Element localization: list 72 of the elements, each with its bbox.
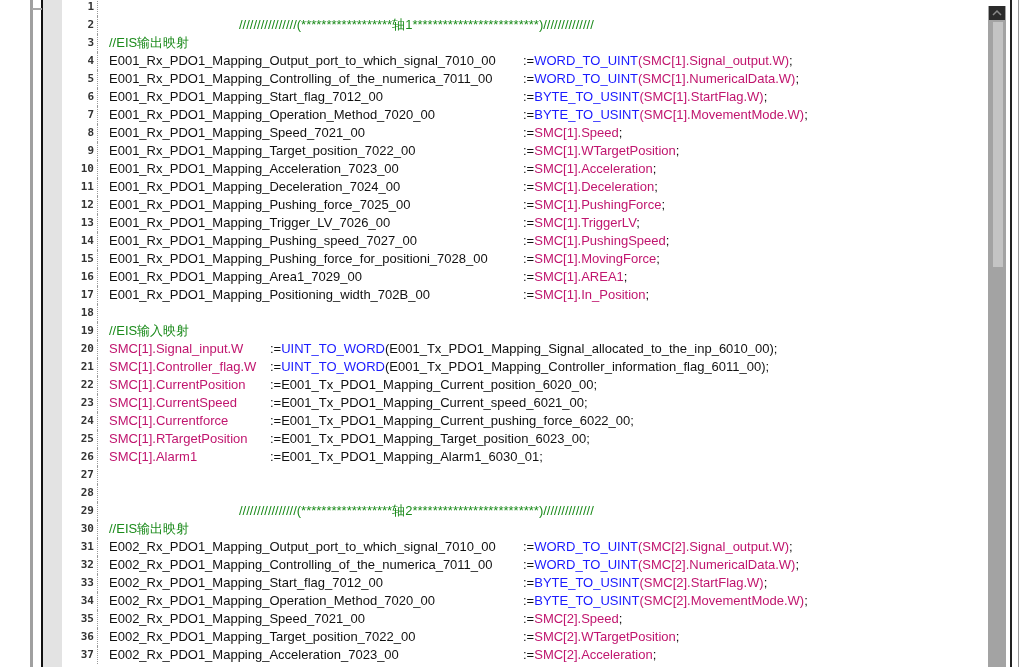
code-line: E002_Rx_PDO1_Mapping_Output_port_to_which_signal_7010_00 :=WORD_TO_UINT(SMC[2].Signal_output.W); (109, 538, 793, 556)
code-line: E002_Rx_PDO1_Mapping_Acceleration_7023_00 :=SMC[2].Acceleration; (109, 646, 657, 664)
line-number: 7 (62, 106, 98, 124)
code-line: E001_Rx_PDO1_Mapping_Pushing_force_for_positioni_7028_00 :=SMC[1].MovingForce; (109, 250, 660, 268)
code-line: E002_Rx_PDO1_Mapping_Operation_Method_7020_00 :=BYTE_TO_USINT(SMC[2].MovementMode.W); (109, 592, 808, 610)
scrollbar-thumb[interactable] (993, 22, 1003, 267)
line-number: 27 (62, 466, 98, 484)
line-number: 14 (62, 232, 98, 250)
line-number: 3 (62, 34, 98, 52)
line-number: 20 (62, 340, 98, 358)
code-line: E001_Rx_PDO1_Mapping_Speed_7021_00 :=SMC[1].Speed; (109, 124, 623, 142)
code-line: E001_Rx_PDO1_Mapping_Deceleration_7024_00 :=SMC[1].Deceleration; (109, 178, 658, 196)
line-number: 32 (62, 556, 98, 574)
code-line: SMC[1].Currentforce :=E001_Tx_PDO1_Mapping_Current_pushing_force_6022_00; (109, 412, 634, 430)
line-number: 13 (62, 214, 98, 232)
line-number: 21 (62, 358, 98, 376)
code-line: E002_Rx_PDO1_Mapping_Target_position_7022_00 :=SMC[2].WTargetPosition; (109, 628, 680, 646)
code-line: E002_Rx_PDO1_Mapping_Speed_7021_00 :=SMC[2].Speed; (109, 610, 623, 628)
code-line: E001_Rx_PDO1_Mapping_Pushing_speed_7027_00 :=SMC[1].PushingSpeed; (109, 232, 670, 250)
line-number: 24 (62, 412, 98, 430)
line-number: 16 (62, 268, 98, 286)
line-number: 26 (62, 448, 98, 466)
code-line: E001_Rx_PDO1_Mapping_Start_flag_7012_00 :=BYTE_TO_USINT(SMC[1].StartFlag.W); (109, 88, 768, 106)
code-line: E001_Rx_PDO1_Mapping_Acceleration_7023_00 :=SMC[1].Acceleration; (109, 160, 657, 178)
code-line: SMC[1].RTargetPosition :=E001_Tx_PDO1_Mapping_Target_position_6023_00; (109, 430, 590, 448)
line-number: 35 (62, 610, 98, 628)
line-number: 8 (62, 124, 98, 142)
line-number: 29 (62, 502, 98, 520)
code-comment: //EIS输出映射 (109, 520, 190, 538)
code-line: E001_Rx_PDO1_Mapping_Positioning_width_702B_00 :=SMC[1].In_Position; (109, 286, 650, 304)
code-line: SMC[1].CurrentPosition :=E001_Tx_PDO1_Mapping_Current_position_6020_00; (109, 376, 598, 394)
line-number: 19 (62, 322, 98, 340)
line-number: 31 (62, 538, 98, 556)
line-number: 33 (62, 574, 98, 592)
line-number: 6 (62, 88, 98, 106)
code-line: E001_Rx_PDO1_Mapping_Area1_7029_00 :=SMC[1].AREA1; (109, 268, 628, 286)
scroll-up-icon[interactable] (989, 6, 1005, 20)
line-number: 5 (62, 70, 98, 88)
line-number: 12 (62, 196, 98, 214)
line-number: 22 (62, 376, 98, 394)
line-number: 9 (62, 142, 98, 160)
code-line: E001_Rx_PDO1_Mapping_Operation_Method_7020_00 :=BYTE_TO_USINT(SMC[1].MovementMode.W); (109, 106, 808, 124)
code-line: E001_Rx_PDO1_Mapping_Pushing_force_7025_00 :=SMC[1].PushingForce; (109, 196, 665, 214)
code-line: SMC[1].Alarm1 :=E001_Tx_PDO1_Mapping_Alarm1_6030_01; (109, 448, 543, 466)
section-banner-comment: ////////////////(******************轴1*************************)////////////// (238, 16, 594, 34)
code-line: E001_Rx_PDO1_Mapping_Target_position_7022_00 :=SMC[1].WTargetPosition; (109, 142, 680, 160)
code-comment: //EIS输入映射 (109, 322, 190, 340)
line-number: 36 (62, 628, 98, 646)
code-line: SMC[1].Signal_input.W :=UINT_TO_WORD(E001_Tx_PDO1_Mapping_Signal_allocated_to_the_inp_6010_00); (109, 340, 778, 358)
line-number: 11 (62, 178, 98, 196)
line-number: 10 (62, 160, 98, 178)
code-comment: //EIS输出映射 (109, 34, 190, 52)
code-line: E001_Rx_PDO1_Mapping_Trigger_LV_7026_00 :=SMC[1].TriggerLV; (109, 214, 640, 232)
line-number: 2 (62, 16, 98, 34)
line-number: 28 (62, 484, 98, 502)
line-number: 23 (62, 394, 98, 412)
code-line: E001_Rx_PDO1_Mapping_Controlling_of_the_numerica_7011_00 :=WORD_TO_UINT(SMC[1].NumericalData.W); (109, 70, 800, 88)
line-number: 34 (62, 592, 98, 610)
code-line: E001_Rx_PDO1_Mapping_Output_port_to_which_signal_7010_00 :=WORD_TO_UINT(SMC[1].Signal_output.W); (109, 52, 793, 70)
code-line: SMC[1].Controller_flag.W :=UINT_TO_WORD(E001_Tx_PDO1_Mapping_Controller_information_flag_6011_00); (109, 358, 770, 376)
line-number: 4 (62, 52, 98, 70)
code-line: E002_Rx_PDO1_Mapping_Start_flag_7012_00 :=BYTE_TO_USINT(SMC[2].StartFlag.W); (109, 574, 768, 592)
line-number: 25 (62, 430, 98, 448)
line-number: 1 (62, 0, 98, 16)
line-number: 17 (62, 286, 98, 304)
code-line: E002_Rx_PDO1_Mapping_Controlling_of_the_numerica_7011_00 :=WORD_TO_UINT(SMC[2].NumericalData.W); (109, 556, 800, 574)
line-number: 15 (62, 250, 98, 268)
line-number: 30 (62, 520, 98, 538)
line-number: 37 (62, 646, 98, 664)
line-number: 18 (62, 304, 98, 322)
section-banner-comment: ////////////////(******************轴2*************************)////////////// (238, 502, 594, 520)
code-line: SMC[1].CurrentSpeed :=E001_Tx_PDO1_Mapping_Current_speed_6021_00; (109, 394, 588, 412)
